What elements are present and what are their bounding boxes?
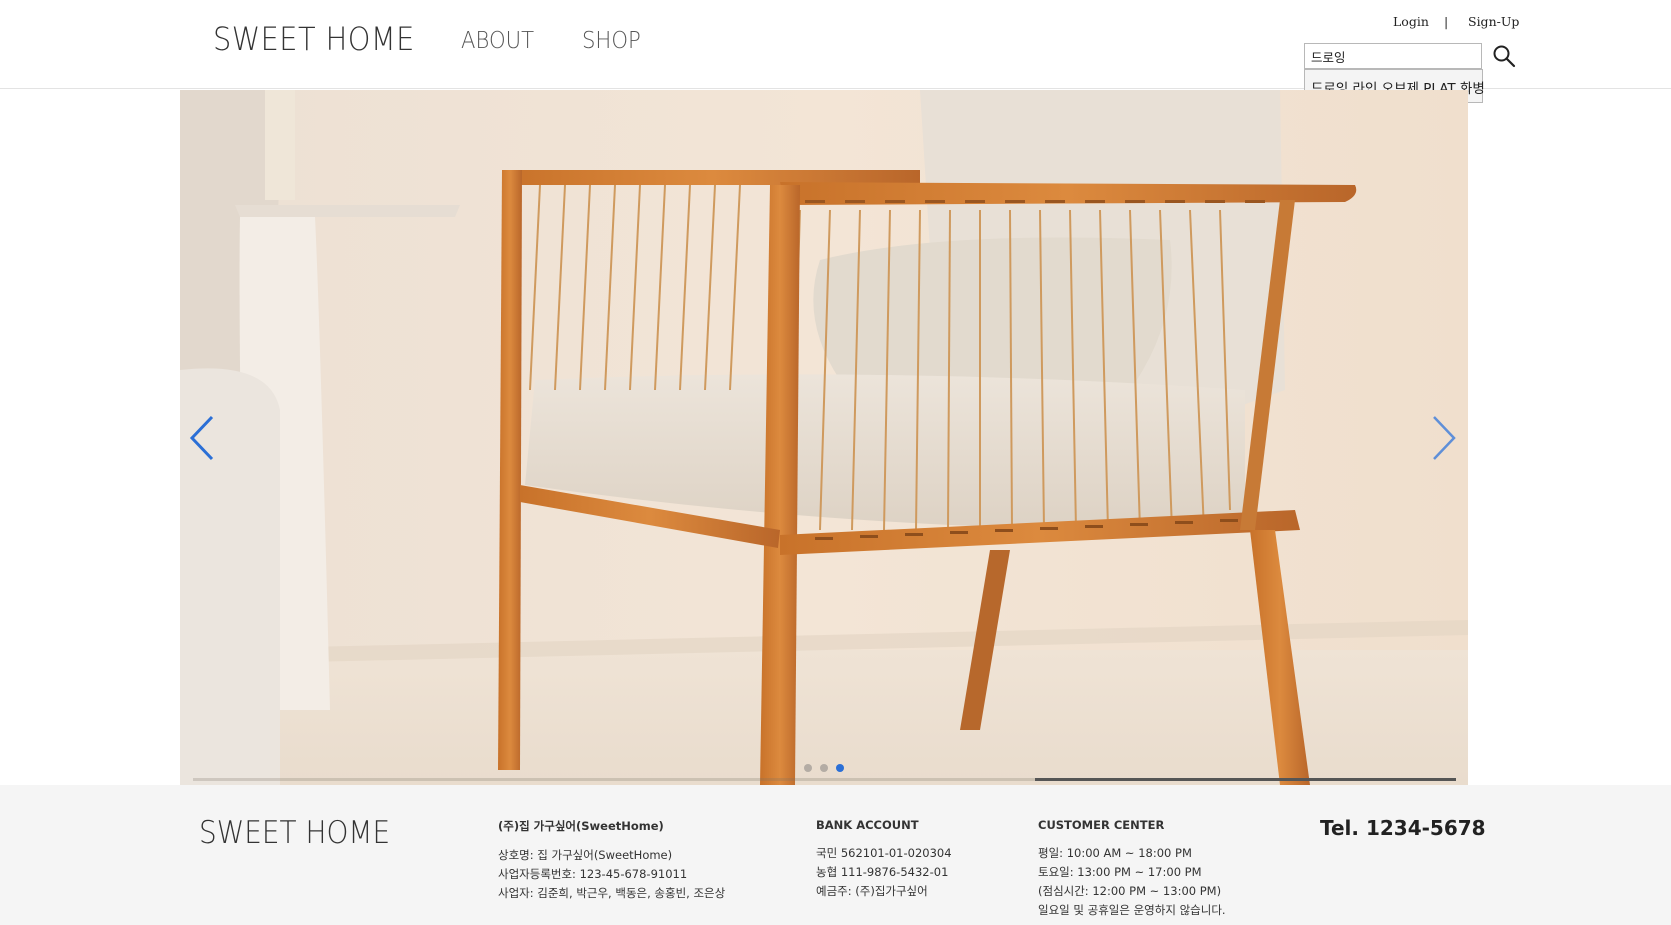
footer-company-line: 사업자등록번호: 123-45-678-91011 bbox=[498, 867, 688, 881]
footer-bank-heading: BANK ACCOUNT bbox=[816, 818, 919, 832]
site-footer: SWEET HOME (주)집 가구싶어(SweetHome) 상호명: 집 가… bbox=[0, 785, 1671, 925]
footer-cs-line: 토요일: 13:00 PM ~ 17:00 PM bbox=[1038, 865, 1202, 879]
footer-telephone: Tel. 1234-5678 bbox=[1320, 816, 1486, 840]
nav-about-link[interactable]: ABOUT bbox=[461, 28, 534, 54]
footer-customer-center: CUSTOMER CENTER 평일: 10:00 AM ~ 18:00 PM … bbox=[1038, 818, 1226, 920]
slider-next-arrow[interactable] bbox=[1428, 415, 1458, 461]
footer-bank-line: 국민 562101-01-020304 bbox=[816, 846, 952, 860]
login-link[interactable]: Login bbox=[1393, 14, 1429, 29]
slider-dot[interactable] bbox=[804, 764, 812, 772]
signup-link[interactable]: Sign-Up bbox=[1468, 14, 1519, 29]
footer-company-info: (주)집 가구싶어(SweetHome) 상호명: 집 가구싶어(SweetHo… bbox=[498, 818, 725, 903]
footer-bank-account: BANK ACCOUNT 국민 562101-01-020304 농협 111-… bbox=[816, 818, 952, 901]
footer-cs-line: 일요일 및 공휴일은 운영하지 않습니다. bbox=[1038, 903, 1226, 917]
footer-company-line: 사업자: 김준희, 박근우, 백동은, 송홍빈, 조은상 bbox=[498, 886, 726, 900]
site-logo[interactable]: SWEET HOME bbox=[213, 20, 415, 58]
slider-progress-fill bbox=[1035, 778, 1456, 781]
footer-cs-line: (점심시간: 12:00 PM ~ 13:00 PM) bbox=[1038, 884, 1222, 898]
slider-prev-arrow[interactable] bbox=[188, 415, 218, 461]
footer-cs-line: 평일: 10:00 AM ~ 18:00 PM bbox=[1038, 846, 1192, 860]
hero-slide-image bbox=[180, 90, 1468, 785]
footer-logo: SWEET HOME bbox=[199, 815, 391, 851]
footer-bank-line: 예금주: (주)집가구싶어 bbox=[816, 884, 928, 898]
auth-separator: | bbox=[1444, 14, 1449, 29]
search-input[interactable] bbox=[1304, 43, 1482, 69]
footer-company-heading: (주)집 가구싶어(SweetHome) bbox=[498, 819, 664, 833]
slider-dot[interactable] bbox=[820, 764, 828, 772]
site-header: SWEET HOME ABOUT SHOP Login | Sign-Up 드로… bbox=[0, 0, 1671, 103]
nav-shop-link[interactable]: SHOP bbox=[582, 28, 641, 54]
footer-company-line: 상호명: 집 가구싶어(SweetHome) bbox=[498, 848, 673, 862]
search-icon[interactable] bbox=[1492, 44, 1516, 68]
slider-pagination bbox=[804, 764, 854, 774]
footer-bank-line: 농협 111-9876-5432-01 bbox=[816, 865, 949, 879]
slider-progress-track[interactable] bbox=[193, 778, 1456, 781]
slider-dot[interactable] bbox=[836, 764, 844, 772]
hero-slider bbox=[180, 90, 1468, 785]
footer-cs-heading: CUSTOMER CENTER bbox=[1038, 818, 1165, 832]
